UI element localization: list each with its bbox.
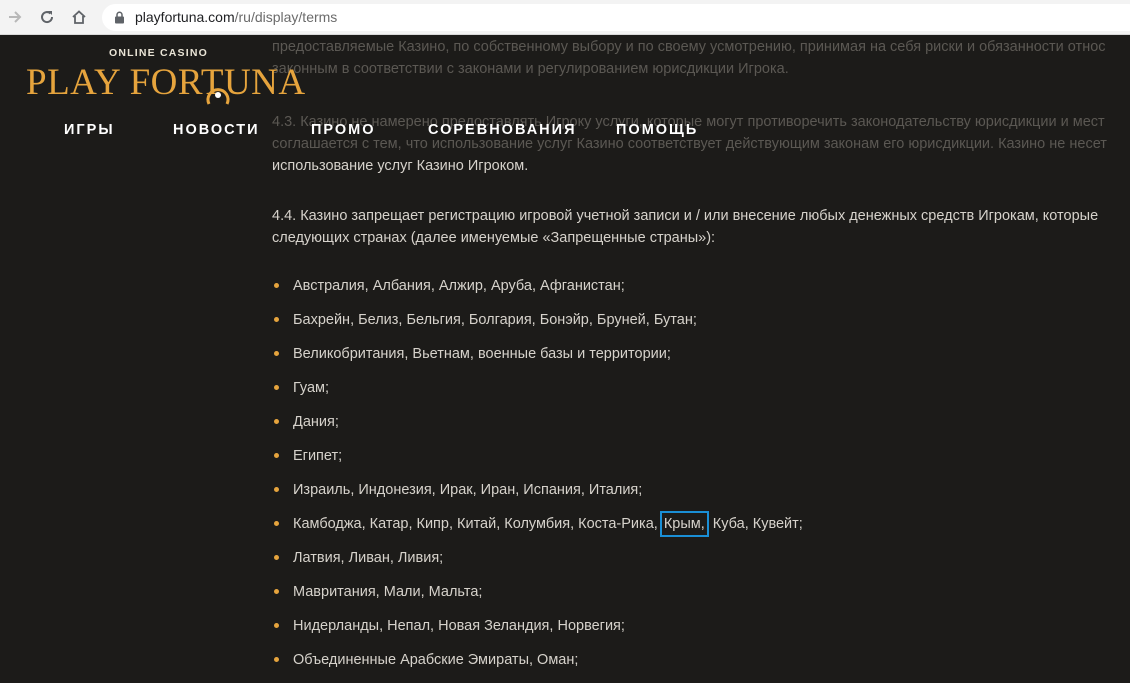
list-item-text: Египет; [293,448,343,464]
list-item-text: Дания; [293,414,339,430]
list-item-text: Великобритания, Вьетнам, военные базы и … [293,346,671,362]
paragraph-4-3: 4.3. Казино не намерено предоставлять Иг… [272,111,1130,155]
paragraph-line: законным в соответствии с законами и рег… [272,61,789,77]
bullet-dot [274,657,279,662]
bullet-dot [274,453,279,458]
paragraph-line: предоставляемые Казино, по собственному … [272,39,1106,55]
nav-item-games[interactable]: ИГРЫ [64,122,115,138]
page-content: предоставляемые Казино, по собственному … [0,35,1130,683]
list-item-text: Израиль, Индонезия, Ирак, Иран, Испания,… [293,482,643,498]
bullet-dot [274,317,279,322]
paragraph-line: следующих странах (далее именуемые «Запр… [272,230,716,246]
address-bar[interactable]: playfortuna.com/ru/display/terms [102,4,1130,31]
bullet-dot [274,487,279,492]
paragraph-line: 4.4. Казино запрещает регистрацию игрово… [272,208,1099,224]
url-text: playfortuna.com/ru/display/terms [135,9,337,25]
list-item-text: Гуам; [293,380,330,396]
lock-icon [115,11,124,24]
list-item-text: Бахрейн, Белиз, Бельгия, Болгария, Бонэй… [293,312,697,328]
url-host: playfortuna.com [135,9,235,25]
nav-item-news[interactable]: НОВОСТИ [173,122,260,138]
arrow-right-icon [9,11,22,23]
bullet-dot [274,623,279,628]
bullet-dot [274,385,279,390]
paragraph-4-4: 4.4. Казино запрещает регистрацию игрово… [272,205,1130,249]
bullet-dot [274,555,279,560]
back-button[interactable] [4,6,26,28]
home-icon [72,10,86,24]
bullet-dot [274,589,279,594]
list-item-text: Австралия, Албания, Алжир, Аруба, Афгани… [293,278,625,294]
list-item-text-after: Куба, Кувейт; [708,516,803,532]
list-item-text: Нидерланды, Непал, Новая Зеландия, Норве… [293,618,625,634]
paragraph-line: соглашается с тем, что использование усл… [272,136,1107,152]
browser-toolbar: playfortuna.com/ru/display/terms [0,0,1130,35]
reload-button[interactable] [36,6,58,28]
url-path: /ru/display/terms [234,9,338,25]
logo-wordmark: PLAY FORTUNA [26,62,306,103]
nav-item-tournaments[interactable]: СОРЕВНОВАНИЯ [428,122,577,138]
logo-tagline: ONLINE CASINO [109,47,209,59]
bullet-dot [274,419,279,424]
logo[interactable]: ONLINE CASINO PLAY FORTUNA [26,44,305,110]
reload-icon [41,11,54,24]
list-item-text: Объединенные Арабские Эмираты, Оман; [293,652,579,668]
nav-item-promo[interactable]: ПРОМО [311,122,376,138]
list-item-text: Камбоджа, Катар, Кипр, Китай, Колумбия, … [293,511,803,537]
list-item-text: Латвия, Ливан, Ливия; [293,550,444,566]
highlight-box-crimea: Крым, [659,511,709,537]
list-item-text: Мавритания, Мали, Мальта; [293,584,483,600]
paragraph-line: использование услуг Казино Игроком. [272,158,529,174]
nav-item-help[interactable]: ПОМОЩЬ [616,122,698,138]
bullet-dot [274,283,279,288]
list-item-text-before: Камбоджа, Катар, Кипр, Китай, Колумбия, … [293,516,662,532]
paragraph-line: 4.3. Казино не намерено предоставлять Иг… [272,114,1105,130]
home-button[interactable] [68,6,90,28]
bullet-dot [274,351,279,356]
paragraph-4-3-last: использование услуг Казино Игроком. [272,155,1130,177]
horseshoe-icon [206,88,230,105]
paragraph-4-2: предоставляемые Казино, по собственному … [272,36,1130,80]
bullet-dot [274,521,279,526]
